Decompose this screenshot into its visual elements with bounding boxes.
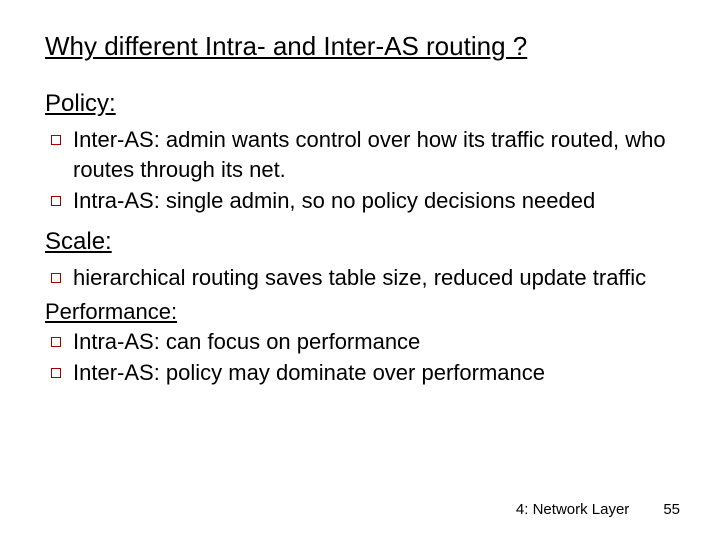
slide: Why different Intra- and Inter-AS routin… [0,0,720,540]
list-item: Intra-AS: single admin, so no policy dec… [45,186,680,216]
bullet-list-performance: Intra-AS: can focus on performance Inter… [45,327,680,388]
list-item: hierarchical routing saves table size, r… [45,263,680,293]
slide-footer: 4: Network Layer 55 [516,501,680,518]
section-heading-scale: Scale: [45,226,680,257]
section-heading-performance: Performance: [45,297,680,327]
section-heading-policy: Policy: [45,88,680,119]
footer-chapter: 4: Network Layer [516,501,629,518]
footer-page-number: 55 [663,501,680,518]
bullet-list-policy: Inter-AS: admin wants control over how i… [45,125,680,216]
bullet-list-scale: hierarchical routing saves table size, r… [45,263,680,293]
list-item: Inter-AS: policy may dominate over perfo… [45,358,680,388]
list-item: Inter-AS: admin wants control over how i… [45,125,680,184]
list-item: Intra-AS: can focus on performance [45,327,680,357]
slide-title: Why different Intra- and Inter-AS routin… [45,30,680,64]
